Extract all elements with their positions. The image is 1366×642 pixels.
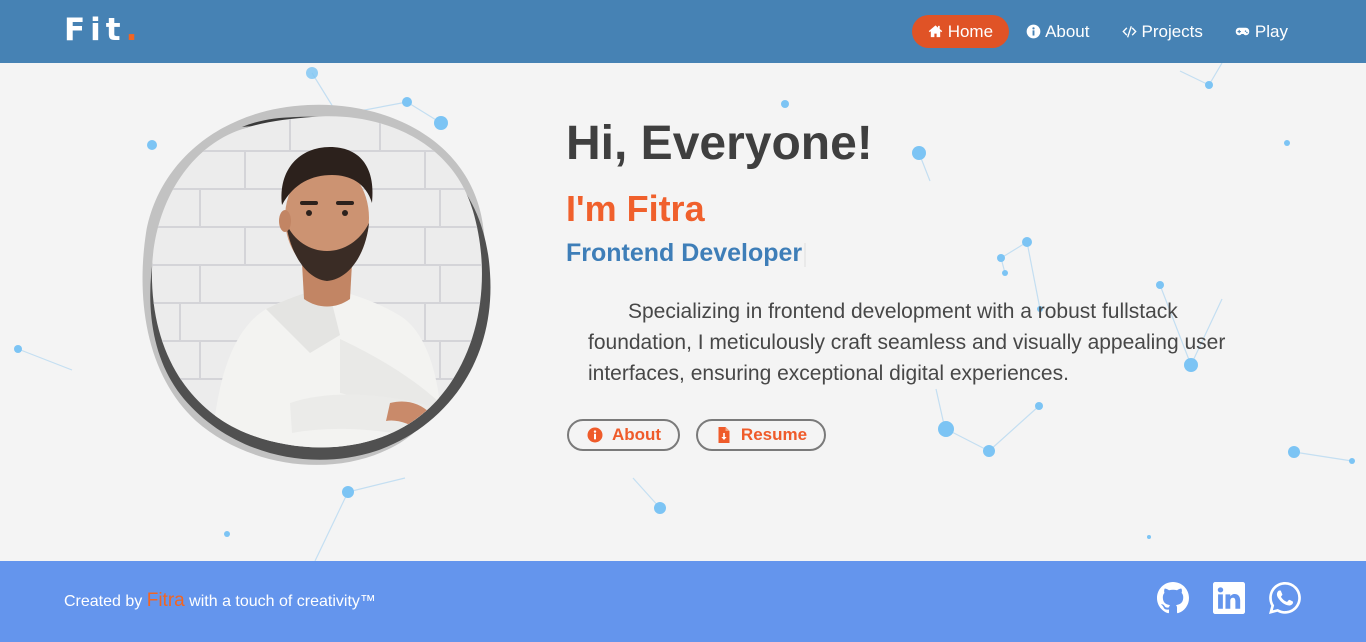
main-nav: Home About Projects Play — [911, 15, 1304, 48]
github-icon — [1157, 582, 1189, 614]
info-icon — [586, 426, 604, 444]
nav-item-label: About — [1045, 21, 1090, 41]
home-icon — [928, 24, 944, 40]
footer-credit: Created by Fitra with a touch of creativ… — [64, 590, 376, 612]
nav-item-play[interactable]: Play — [1219, 15, 1304, 48]
credit-author: Fitra — [146, 590, 185, 611]
nav-item-label: Projects — [1141, 21, 1203, 41]
nav-item-home[interactable]: Home — [911, 15, 1010, 48]
profile-avatar — [140, 103, 495, 468]
typing-cursor — [804, 243, 806, 267]
credit-prefix: Created by — [64, 593, 143, 610]
nav-item-label: Home — [947, 21, 994, 41]
social-links — [1134, 581, 1302, 615]
linkedin-link[interactable] — [1212, 581, 1246, 615]
file-download-icon — [715, 426, 733, 444]
navbar: Fit. Home About Projects Play — [0, 0, 1366, 63]
code-icon — [1122, 24, 1138, 40]
nav-item-label: Play — [1254, 21, 1288, 41]
nav-item-about[interactable]: About — [1009, 15, 1105, 48]
brand-text: Fit — [64, 12, 126, 48]
hero-bio: Specializing in frontend development wit… — [588, 300, 1226, 385]
resume-button[interactable]: Resume — [696, 419, 826, 451]
hero-name: I'm Fitra — [566, 188, 705, 229]
whatsapp-icon — [1269, 582, 1301, 614]
credit-suffix: with a touch of creativity™ — [189, 593, 376, 610]
footer: Created by Fitra with a touch of creativ… — [0, 561, 1366, 642]
about-button[interactable]: About — [567, 419, 680, 451]
github-link[interactable] — [1156, 581, 1190, 615]
brand-logo[interactable]: Fit. — [64, 12, 137, 48]
info-icon — [1025, 24, 1041, 40]
resume-button-label: Resume — [740, 425, 808, 444]
whatsapp-link[interactable] — [1268, 581, 1302, 615]
about-button-label: About — [611, 425, 662, 444]
hero-greeting: Hi, Everyone! — [566, 117, 873, 170]
brand-dot: . — [125, 12, 138, 48]
linkedin-icon — [1213, 582, 1245, 614]
nav-item-projects[interactable]: Projects — [1106, 15, 1219, 48]
gamepad-icon — [1235, 24, 1251, 40]
hero-role: Frontend Developer — [566, 239, 803, 267]
